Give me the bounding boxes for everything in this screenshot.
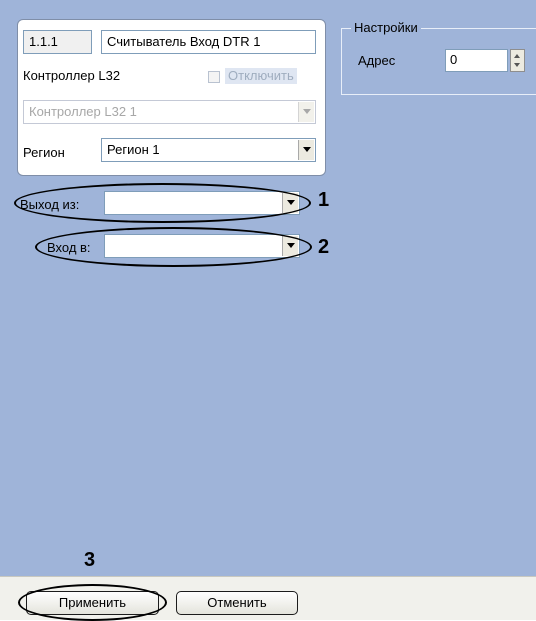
region-select-value: Регион 1 xyxy=(107,142,160,157)
controller-select-value: Контроллер L32 1 xyxy=(29,104,137,119)
settings-legend: Настройки xyxy=(351,19,421,37)
callout-number-3: 3 xyxy=(84,549,96,571)
region-select[interactable]: Регион 1 xyxy=(101,138,316,162)
callout-oval-1 xyxy=(14,183,311,223)
callout-oval-3 xyxy=(18,584,167,621)
spin-up-icon[interactable] xyxy=(514,54,520,58)
address-label: Адрес xyxy=(358,53,396,68)
region-label: Регион xyxy=(23,145,65,160)
address-field[interactable]: 0 xyxy=(445,49,508,72)
chevron-down-icon[interactable] xyxy=(298,102,314,122)
chevron-down-icon[interactable] xyxy=(298,140,314,160)
address-spinner[interactable] xyxy=(510,49,525,72)
object-name-field[interactable]: Считыватель Вход DTR 1 xyxy=(101,30,316,54)
callout-number-1: 1 xyxy=(318,189,330,211)
cancel-button[interactable]: Отменить xyxy=(176,591,298,615)
disable-checkbox[interactable] xyxy=(208,71,220,83)
spin-down-icon[interactable] xyxy=(514,63,520,67)
controller-label: Контроллер L32 xyxy=(23,68,121,83)
settings-panel: 1.1.1 Считыватель Вход DTR 1 Контроллер … xyxy=(0,0,536,621)
callout-oval-2 xyxy=(35,227,312,267)
disable-label: Отключить xyxy=(225,68,297,84)
object-id-field[interactable]: 1.1.1 xyxy=(23,30,92,54)
controller-select[interactable]: Контроллер L32 1 xyxy=(23,100,316,124)
callout-number-2: 2 xyxy=(318,236,330,258)
